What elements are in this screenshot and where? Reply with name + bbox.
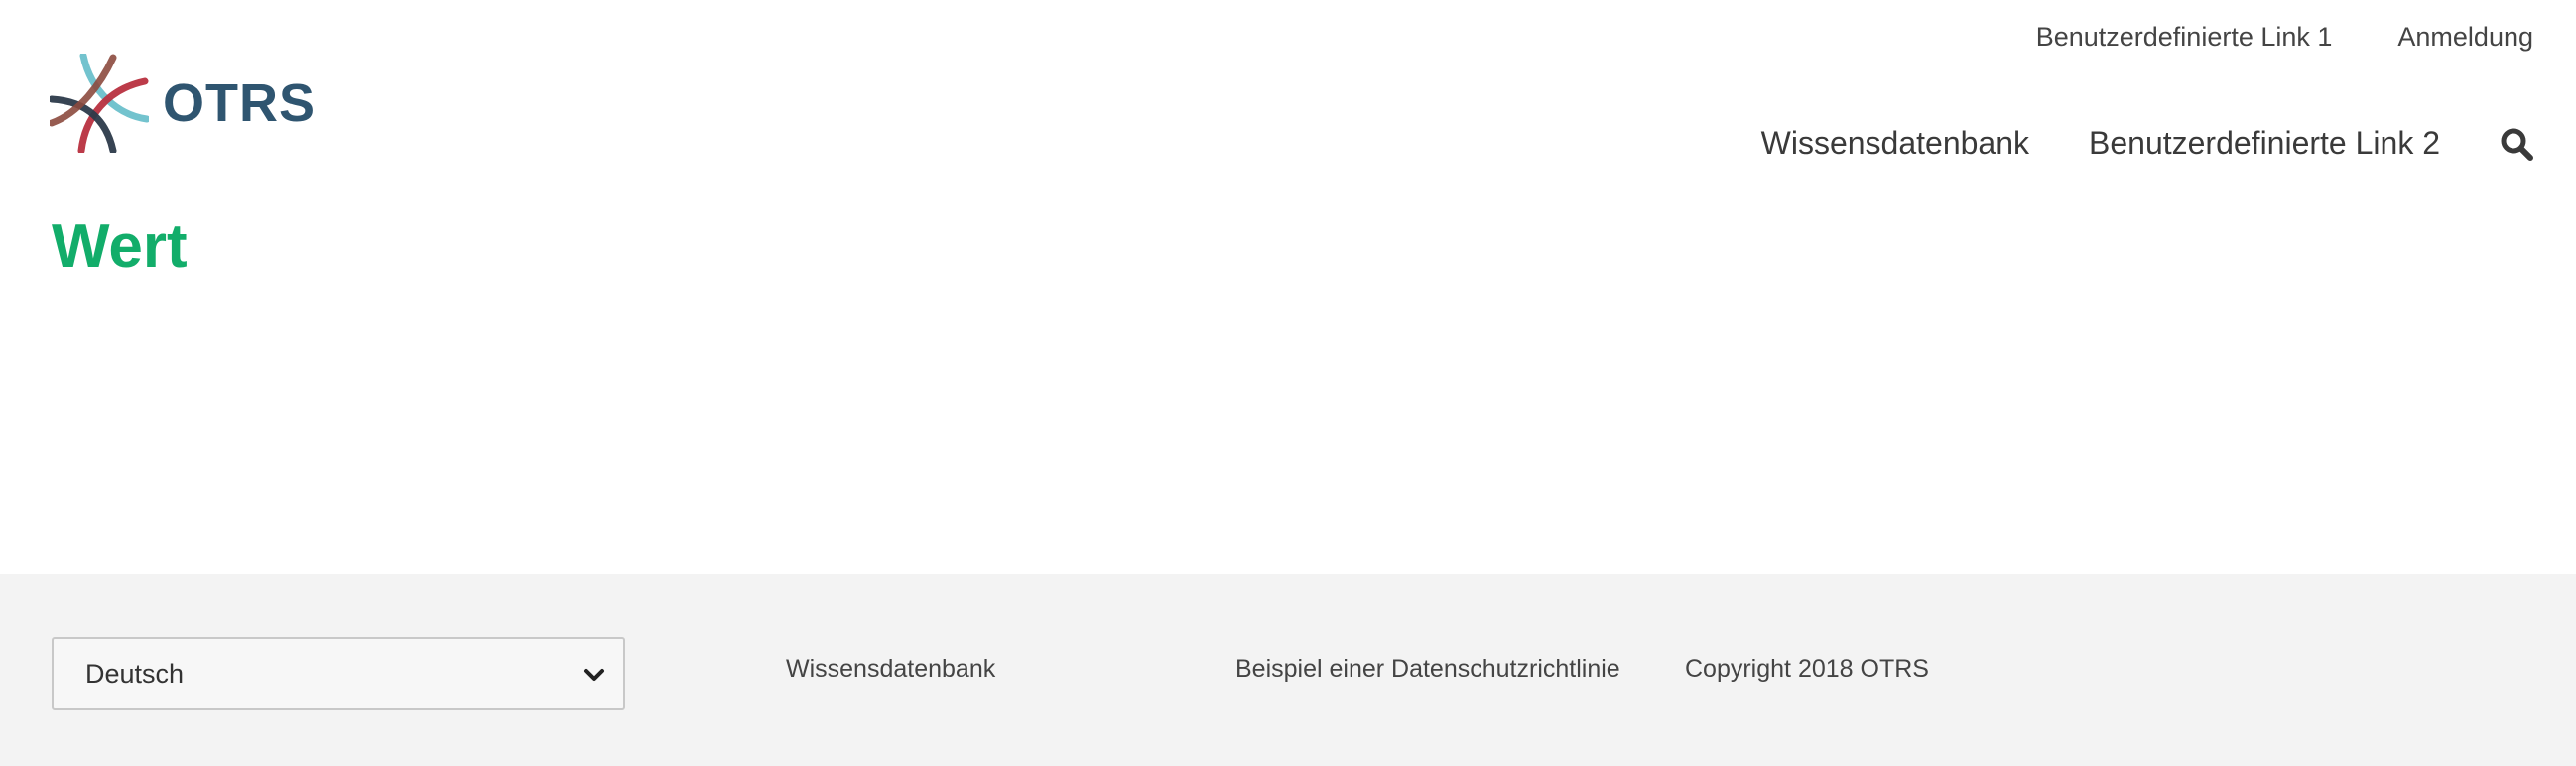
header: OTRS Benutzerdefinierte Link 1 Anmeldung… [0, 0, 2576, 574]
footer-link-knowledge-base[interactable]: Wissensdatenbank [786, 655, 995, 684]
search-icon[interactable] [2500, 127, 2533, 161]
top-links: Benutzerdefinierte Link 1 Anmeldung [2036, 22, 2533, 53]
logo[interactable]: OTRS [50, 54, 316, 153]
page: OTRS Benutzerdefinierte Link 1 Anmeldung… [0, 0, 2576, 766]
language-select-value: Deutsch [85, 658, 185, 689]
footer: Deutsch Wissensdatenbank Beispiel einer … [0, 574, 2576, 766]
top-link-login[interactable]: Anmeldung [2397, 22, 2533, 53]
main-nav: Wissensdatenbank Benutzerdefinierte Link… [1761, 125, 2533, 162]
language-select[interactable]: Deutsch [52, 637, 625, 710]
logo-text: OTRS [163, 73, 317, 133]
top-link-custom-link-1[interactable]: Benutzerdefinierte Link 1 [2036, 22, 2333, 53]
otrs-logo-icon [50, 54, 149, 153]
page-title: Wert [52, 212, 188, 281]
nav-item-custom-link-2[interactable]: Benutzerdefinierte Link 2 [2089, 125, 2440, 162]
chevron-down-icon [584, 669, 604, 681]
footer-copyright: Copyright 2018 OTRS [1685, 655, 1929, 683]
nav-item-knowledge-base[interactable]: Wissensdatenbank [1761, 125, 2029, 162]
footer-link-privacy-policy[interactable]: Beispiel einer Datenschutzrichtlinie [1235, 655, 1620, 684]
